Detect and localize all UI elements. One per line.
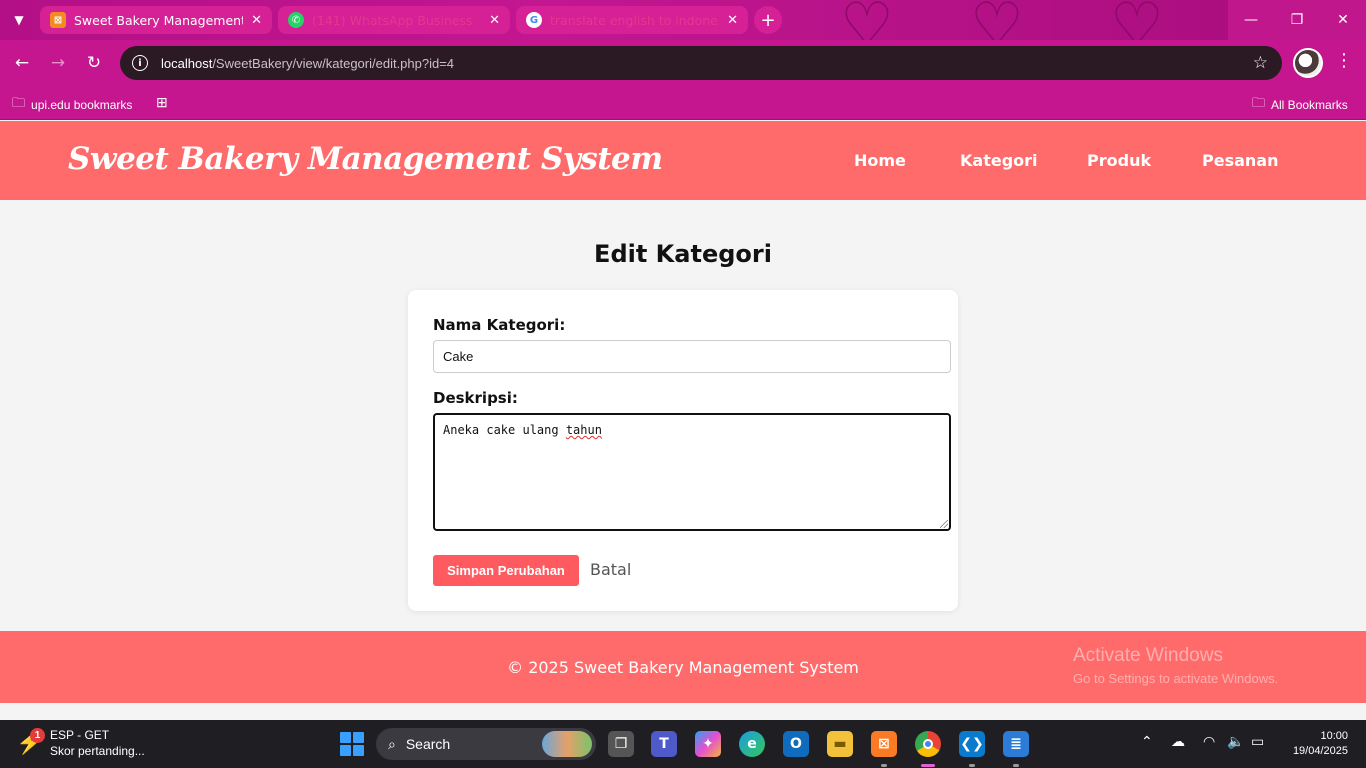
bookmarks-bar: 🗀 upi.edu bookmarks ⊞ 🗀 All Bookmarks	[0, 86, 1366, 120]
widget-title: ESP - GET	[50, 728, 110, 742]
theme-decoration: ♡ ♡ ♡	[780, 0, 1230, 40]
heart-decoration: ♡	[1110, 0, 1164, 40]
search-highlight-image	[542, 731, 592, 757]
tab-whatsapp[interactable]: ✆ (141) WhatsApp Business ✕	[278, 6, 510, 34]
category-name-input[interactable]: Cake	[433, 340, 951, 373]
misspelled-word: tahun	[565, 423, 602, 437]
search-icon: ⌕	[388, 735, 396, 752]
reload-icon[interactable]: ↻	[81, 50, 107, 76]
all-bookmarks[interactable]: 🗀 All Bookmarks	[1252, 94, 1348, 116]
taskbar-search[interactable]: ⌕ Search	[376, 728, 596, 760]
heart-decoration: ♡	[970, 0, 1024, 40]
date-text: 19/04/2025	[1292, 745, 1348, 757]
bookmark-star-icon[interactable]: ☆	[1253, 53, 1268, 73]
task-view-icon[interactable]: ❐	[608, 731, 634, 757]
taskbar: ⚡ 1 ESP - GET Skor pertanding... ⌕ Search…	[0, 720, 1366, 768]
nav-pesanan[interactable]: Pesanan	[1202, 151, 1278, 170]
site-header: Sweet Bakery Management System Home Kate…	[0, 121, 1366, 200]
chrome-icon[interactable]	[915, 731, 941, 757]
running-indicator	[1013, 764, 1019, 767]
site-logo[interactable]: Sweet Bakery Management System	[68, 141, 663, 177]
google-favicon-icon: G	[526, 12, 542, 28]
notification-badge: 1	[30, 728, 45, 743]
page-title: Edit Kategori	[594, 240, 772, 268]
volume-icon[interactable]: 🔈	[1227, 734, 1244, 750]
textarea-text: Aneka cake ulang	[443, 423, 566, 437]
nav-produk[interactable]: Produk	[1087, 151, 1151, 170]
description-textarea[interactable]: Aneka cake ulang tahun	[433, 413, 951, 531]
site-footer: © 2025 Sweet Bakery Management System Ac…	[0, 631, 1366, 703]
heart-decoration: ♡	[840, 0, 894, 40]
url-text[interactable]: localhost/SweetBakery/view/kategori/edit…	[161, 56, 454, 71]
search-label: Search	[405, 736, 451, 752]
tab-title: (141) WhatsApp Business	[312, 12, 473, 28]
forward-arrow-icon[interactable]: →	[45, 50, 71, 76]
active-indicator	[921, 764, 935, 767]
bookmark-label: All Bookmarks	[1271, 98, 1348, 112]
whatsapp-favicon-icon: ✆	[288, 12, 304, 28]
watermark-title: Activate Windows	[1073, 645, 1223, 666]
notepad-icon[interactable]: ≣	[1003, 731, 1029, 757]
nav-home[interactable]: Home	[854, 151, 906, 170]
apps-grid-icon[interactable]: ⊞	[156, 94, 174, 111]
browser-menu-icon[interactable]: ⋮	[1334, 50, 1354, 71]
minimize-icon[interactable]: —	[1228, 0, 1274, 40]
tray-overflow-icon[interactable]: ⌃	[1141, 734, 1153, 750]
restore-icon[interactable]: ❐	[1274, 0, 1320, 40]
tab-search-dropdown-icon[interactable]: ▼	[6, 7, 32, 33]
folder-icon: 🗀	[1252, 95, 1266, 110]
back-arrow-icon[interactable]: ←	[9, 50, 35, 76]
battery-icon[interactable]: ▭	[1251, 734, 1264, 750]
edit-form-card: Nama Kategori: Cake Deskripsi: Aneka cak…	[408, 290, 958, 611]
close-tab-icon[interactable]: ✕	[489, 13, 500, 28]
copilot-icon[interactable]: ✦	[695, 731, 721, 757]
close-tab-icon[interactable]: ✕	[727, 13, 738, 28]
address-bar[interactable]: i localhost/SweetBakery/view/kategori/ed…	[120, 46, 1282, 80]
bookmark-label: upi.edu bookmarks	[31, 98, 133, 112]
name-label: Nama Kategori:	[433, 316, 566, 334]
tab-title: translate english to indonesia	[550, 12, 720, 28]
new-tab-button[interactable]: +	[754, 6, 782, 34]
description-label: Deskripsi:	[433, 389, 518, 407]
clock[interactable]: 10:00 19/04/2025	[1276, 729, 1348, 759]
time-text: 10:00	[1320, 730, 1348, 742]
close-window-icon[interactable]: ✕	[1320, 0, 1366, 40]
close-tab-icon[interactable]: ✕	[251, 13, 262, 28]
nav-kategori[interactable]: Kategori	[960, 151, 1038, 170]
onedrive-icon[interactable]: ☁	[1171, 734, 1185, 750]
site-info-icon[interactable]: i	[132, 55, 148, 71]
browser-tab-strip: ♡ ♡ ♡ ▼ ⊠ Sweet Bakery Management Syst ✕…	[0, 0, 1366, 40]
sports-widget[interactable]: ⚡ 1 ESP - GET Skor pertanding...	[16, 727, 145, 759]
folder-icon: 🗀	[12, 95, 26, 110]
cancel-link[interactable]: Batal	[590, 560, 631, 579]
sports-icon: ⚡ 1	[16, 728, 45, 755]
tab-translate[interactable]: G translate english to indonesia ✕	[516, 6, 748, 34]
widget-subtitle: Skor pertanding...	[50, 744, 145, 758]
teams-icon[interactable]: T	[651, 731, 677, 757]
vscode-icon[interactable]: ❮❯	[959, 731, 985, 757]
wifi-icon[interactable]: ◠	[1203, 734, 1215, 750]
save-changes-button[interactable]: Simpan Perubahan	[433, 555, 579, 586]
input-value: Cake	[443, 349, 474, 364]
profile-avatar[interactable]	[1293, 48, 1323, 78]
watermark-subtitle: Go to Settings to activate Windows.	[1073, 671, 1279, 686]
outlook-icon[interactable]: O	[783, 731, 809, 757]
xampp-favicon-icon: ⊠	[50, 12, 66, 28]
windows-start-icon[interactable]	[340, 732, 364, 756]
running-indicator	[881, 764, 887, 767]
tab-sweet-bakery[interactable]: ⊠ Sweet Bakery Management Syst ✕	[40, 6, 272, 34]
file-explorer-icon[interactable]: ▬	[827, 731, 853, 757]
tab-title: Sweet Bakery Management Syst	[74, 12, 244, 28]
browser-toolbar: ← → ↻ i localhost/SweetBakery/view/kateg…	[0, 40, 1366, 86]
running-indicator	[969, 764, 975, 767]
bookmark-upi-edu[interactable]: 🗀 upi.edu bookmarks	[12, 94, 132, 116]
activate-windows-watermark: Activate Windows Go to Settings to activ…	[1073, 645, 1278, 686]
resize-handle[interactable]	[940, 520, 948, 528]
xampp-icon[interactable]: ⊠	[871, 731, 897, 757]
edge-icon[interactable]: e	[739, 731, 765, 757]
